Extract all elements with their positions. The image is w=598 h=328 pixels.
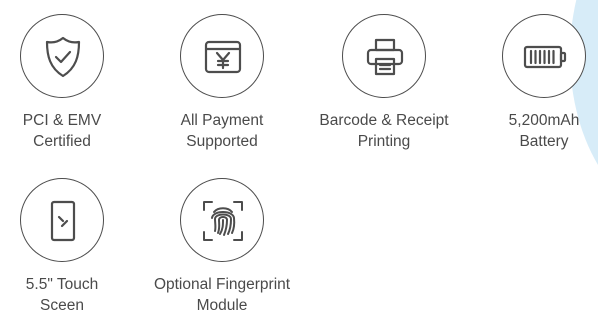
battery-icon <box>523 45 567 69</box>
feature-label: 5.5" Touch Sceen <box>0 274 142 316</box>
feature-barcode-receipt: Barcode & Receipt Printing <box>304 14 464 154</box>
feature-icon-circle <box>180 14 264 98</box>
features-panel: PCI & EMV Certified All Payment Supporte… <box>0 0 598 328</box>
fingerprint-icon <box>203 201 243 241</box>
feature-label-line1: 5,200mAh <box>508 112 580 129</box>
yen-card-icon <box>204 40 242 74</box>
feature-label-line2: Battery <box>519 133 569 150</box>
feature-label-line2: Certified <box>33 133 91 150</box>
feature-icon-circle <box>342 14 426 98</box>
feature-label-line2: Module <box>196 297 248 314</box>
feature-all-payment: All Payment Supported <box>142 14 302 154</box>
feature-label: PCI & EMV Certified <box>0 110 142 152</box>
feature-label: 5,200mAh Battery <box>464 110 598 152</box>
feature-pci-emv: PCI & EMV Certified <box>0 14 142 154</box>
feature-icon-circle <box>502 14 586 98</box>
feature-touch-screen: 5.5" Touch Sceen <box>0 178 142 318</box>
feature-label-line1: 5.5" Touch <box>25 276 99 293</box>
shield-check-icon <box>45 36 81 78</box>
feature-icon-circle <box>180 178 264 262</box>
feature-label-line1: Barcode & Receipt <box>319 112 449 129</box>
feature-fingerprint: Optional Fingerprint Module <box>142 178 302 318</box>
feature-label-line2: Supported <box>186 133 258 150</box>
feature-label-line2: Printing <box>357 133 411 150</box>
feature-label-line1: Optional Fingerprint <box>153 276 291 293</box>
feature-icon-circle <box>20 178 104 262</box>
touch-screen-icon <box>50 200 76 242</box>
feature-label-line2: Sceen <box>40 297 84 314</box>
feature-label: Barcode & Receipt Printing <box>304 110 464 152</box>
feature-label-line1: PCI & EMV <box>22 112 102 129</box>
feature-label: Optional Fingerprint Module <box>142 274 302 316</box>
printer-icon <box>366 38 404 76</box>
feature-icon-circle <box>20 14 104 98</box>
feature-label-line1: All Payment <box>180 112 264 129</box>
feature-battery: 5,200mAh Battery <box>464 14 598 154</box>
feature-label: All Payment Supported <box>142 110 302 152</box>
